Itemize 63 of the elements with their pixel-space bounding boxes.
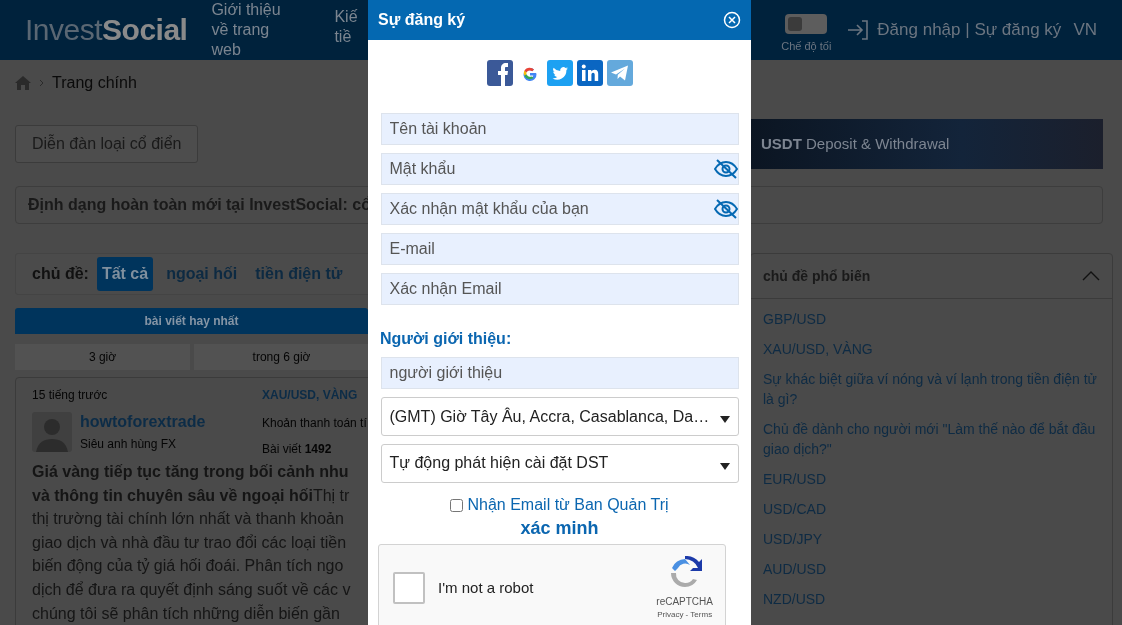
popular-topic-link[interactable]: NZD/USD <box>751 584 1112 614</box>
newsletter-label[interactable]: Nhận Email từ Ban Quản Trị <box>467 493 669 517</box>
banner-text: USDT Deposit & Withdrawal <box>761 133 950 154</box>
input-field[interactable]: Mật khẩu <box>380 153 739 185</box>
input-field[interactable]: Xác nhận Email <box>380 273 739 305</box>
post-tag[interactable]: XAU/USD, VÀNG <box>262 386 367 404</box>
close-icon <box>723 11 741 29</box>
popular-topic-link[interactable]: AUD/USD <box>751 554 1112 584</box>
captcha-brand: reCAPTCHA <box>656 594 713 609</box>
input-field[interactable]: Xác nhận mật khẩu của bạn <box>380 193 739 225</box>
input-field[interactable]: E-mail <box>380 233 739 265</box>
login-register-link[interactable]: Đăng nhập | Sự đăng ký <box>877 17 1062 43</box>
popular-topic-link[interactable]: USD/JPY <box>751 524 1112 554</box>
caret-down-icon <box>719 463 730 470</box>
dialog-title: Sự đăng ký <box>378 10 466 30</box>
post-count: Bài viết 1492 <box>262 441 333 458</box>
caret-down-icon <box>719 416 730 423</box>
breadcrumb-link[interactable]: Trang chính <box>52 71 137 95</box>
captcha-links[interactable]: Privacy - Terms <box>657 608 713 621</box>
author-name[interactable]: howtoforextrade <box>80 412 206 432</box>
topic-tab[interactable]: Tất cả <box>96 257 154 291</box>
login-icon <box>847 20 870 40</box>
avatar-silhouette <box>32 412 72 452</box>
popular-topic-link[interactable]: EUR/USD <box>751 464 1112 494</box>
paper-plane-icon[interactable] <box>606 60 633 86</box>
input-field[interactable]: người giới thiệu <box>380 357 739 389</box>
payment-info: Khoản thanh toán tí <box>262 415 367 432</box>
chevron-right-icon <box>39 79 44 87</box>
close-button[interactable] <box>723 11 741 29</box>
popular-topic-link[interactable]: GBP/USD <box>751 304 1112 334</box>
eye-slash-icon[interactable] <box>713 159 738 179</box>
verify-title: xác minh <box>519 519 600 537</box>
nav-link[interactable]: Giới thiệu về trang web <box>211 0 287 60</box>
author-rank: Siêu anh hùng FX <box>80 436 178 454</box>
popular-topic-link[interactable]: Sự khác biệt giữa ví nóng và ví lạnh trong tiền điện tử là gì? <box>751 364 1112 414</box>
captcha-label: I'm not a robot <box>438 577 534 598</box>
eye-slash-icon[interactable] <box>713 199 738 219</box>
topic-tab[interactable]: ngoại hối <box>161 257 243 291</box>
dropdown[interactable]: (GMT) Giờ Tây Âu, Accra, Casablanca, Da… <box>380 397 739 436</box>
topic-tab[interactable]: tiền điện tử <box>250 257 348 291</box>
language-selector[interactable]: VN <box>1073 17 1097 43</box>
popular-topic-link[interactable]: Chủ đề dành cho người mới "Làm thế nào để bắt đầu giao dịch?" <box>751 414 1112 464</box>
site-logo[interactable]: InvestSocial <box>25 15 188 45</box>
linkedin-icon[interactable] <box>576 60 603 86</box>
best-posts-tab[interactable]: bài viết hay nhất <box>15 308 368 334</box>
dark-mode-label: Chế độ tối <box>781 38 832 54</box>
chevron-up-icon[interactable] <box>1082 271 1100 281</box>
period-tab[interactable]: 3 giờ <box>15 344 190 370</box>
popular-topic-link[interactable]: USD/CAD <box>751 494 1112 524</box>
input-field[interactable]: Tên tài khoản <box>380 113 739 145</box>
popular-topic-link[interactable]: XAU/USD, VÀNG <box>751 334 1112 364</box>
checkbox[interactable] <box>450 498 464 512</box>
bird-icon[interactable] <box>546 60 573 86</box>
period-tab[interactable]: trong 6 giờ <box>194 344 369 370</box>
referrer-label: Người giới thiệu: <box>379 329 513 349</box>
dropdown[interactable]: Tự động phát hiện cài đặt DST <box>380 444 739 483</box>
facebook-icon[interactable] <box>486 60 513 86</box>
captcha-checkbox[interactable] <box>393 572 425 604</box>
ad-banner[interactable]: USDT Deposit & Withdrawal <box>750 119 1103 169</box>
nav-link[interactable]: Kiế tiề <box>334 7 359 60</box>
dark-mode-toggle[interactable] <box>785 13 828 34</box>
post-time: 15 tiếng trước <box>32 387 109 404</box>
topic-label: chủ đề: <box>32 264 89 284</box>
